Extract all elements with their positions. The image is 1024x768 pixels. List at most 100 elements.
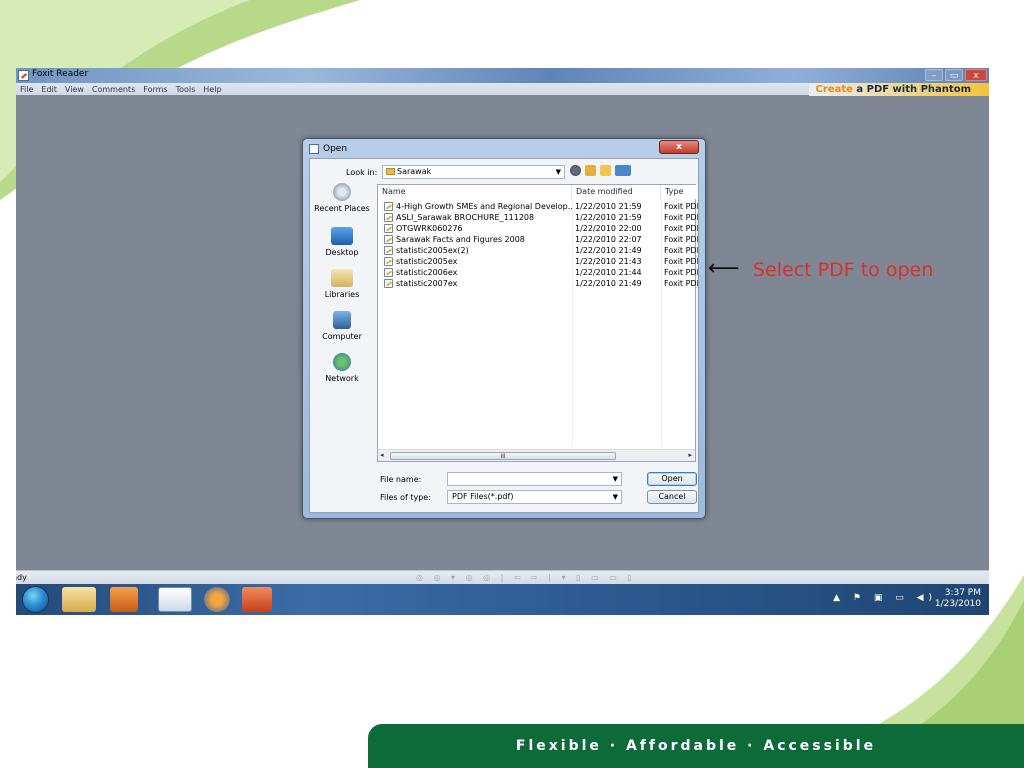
menu-help[interactable]: Help [203,85,221,94]
explorer-taskbar-icon[interactable] [62,587,96,612]
desktop-screenshot: Foxit Reader – ▭ x File Edit View Commen… [16,68,989,615]
system-tray-icons[interactable]: ▲ ⚑ ▣ ▭ ◀) [833,593,937,603]
file-row[interactable]: Sarawak Facts and Figures 2008 1/22/2010… [378,234,698,245]
menu-edit[interactable]: Edit [41,85,57,94]
menu-file[interactable]: File [20,85,33,94]
file-row[interactable]: statistic2006ex 1/22/2010 21:44 Foxit PD… [378,267,698,278]
clock-date: 1/23/2010 [934,599,981,609]
file-name: Sarawak Facts and Figures 2008 [396,235,525,244]
place-computer[interactable]: Computer [310,311,374,341]
menu-tools[interactable]: Tools [176,85,196,94]
file-type: Foxit PDF [664,279,698,288]
file-name: statistic2005ex(2) [396,246,469,255]
column-header-type[interactable]: Type [661,185,697,199]
minimize-button[interactable]: – [925,69,943,81]
file-date: 1/22/2010 21:49 [575,279,642,288]
pdf-file-icon [384,235,393,244]
chevron-down-icon: ▼ [555,168,561,176]
dialog-title: Open [323,144,348,154]
file-type: Foxit PDF [664,268,698,277]
look-in-dropdown[interactable]: Sarawak ▼ [382,165,565,179]
scroll-right-icon[interactable]: ▸ [688,451,692,459]
promo-text: a PDF with Phantom [852,84,971,95]
system-clock[interactable]: 3:37 PM 1/23/2010 [935,588,981,610]
file-row[interactable]: statistic2007ex 1/22/2010 21:49 Foxit PD… [378,278,698,289]
navigation-toolbar[interactable]: ◎ ◎ ▾ ◎ ◎ | ⇦ ⇨ | ▾ ▯ ▭ ▭ ▯ [416,573,636,582]
dialog-app-icon [309,144,319,154]
look-in-label: Look in: [346,168,378,177]
file-name-label: File name: [380,475,422,484]
file-row[interactable]: statistic2005ex 1/22/2010 21:43 Foxit PD… [378,256,698,267]
file-type: Foxit PDF [664,257,698,266]
file-row[interactable]: statistic2005ex(2) 1/22/2010 21:49 Foxit… [378,245,698,256]
column-header-name[interactable]: Name [378,185,572,199]
place-libraries[interactable]: Libraries [310,269,374,299]
powerpoint-taskbar-icon[interactable] [242,587,272,612]
callout-text: Select PDF to open [753,259,934,281]
pdf-file-icon [384,268,393,277]
maximize-button[interactable]: ▭ [945,69,963,81]
file-date: 1/22/2010 22:00 [575,224,642,233]
file-type: Foxit PDF [664,224,698,233]
file-date: 1/22/2010 21:59 [575,213,642,222]
cancel-button[interactable]: Cancel [647,490,697,504]
file-type: Foxit PDF [664,246,698,255]
place-network[interactable]: Network [310,353,374,383]
arrow-left-icon: ⟵ [708,256,740,281]
close-button[interactable]: x [965,69,987,81]
desktop-icon [331,227,353,245]
file-row[interactable]: 4-High Growth SMEs and Regional Develop.… [378,201,698,212]
file-row[interactable]: ASLI_Sarawak BROCHURE_111208 1/22/2010 2… [378,212,698,223]
pdf-file-icon [384,213,393,222]
start-button-icon[interactable] [22,586,49,613]
file-row[interactable]: OTGWRK060276 1/22/2010 22:00 Foxit PDF [378,223,698,234]
menu-comments[interactable]: Comments [92,85,135,94]
place-desktop[interactable]: Desktop [310,227,374,257]
file-type-dropdown[interactable]: PDF Files(*.pdf) ▼ [447,490,622,504]
status-bar: Ready ◎ ◎ ▾ ◎ ◎ | ⇦ ⇨ | ▾ ▯ ▭ ▭ ▯ [16,570,989,584]
up-folder-icon[interactable] [585,165,596,176]
new-folder-icon[interactable] [600,165,611,176]
file-date: 1/22/2010 21:44 [575,268,642,277]
promo-highlight: Create [815,84,853,95]
file-name: statistic2007ex [396,279,458,288]
file-name: statistic2005ex [396,257,458,266]
app-title: Foxit Reader [32,69,89,79]
foxit-taskbar-icon[interactable] [158,587,192,612]
file-date: 1/22/2010 22:07 [575,235,642,244]
dialog-close-button[interactable]: x [659,140,699,154]
place-label: Libraries [324,290,360,299]
file-type: Foxit PDF [664,202,698,211]
window-controls: – ▭ x [925,69,987,81]
file-type: Foxit PDF [664,213,698,222]
scroll-left-icon[interactable]: ◂ [380,451,384,459]
file-name-input[interactable]: ▼ [447,472,622,486]
footer-tagline: Flexible · Affordable · Accessible [515,738,877,754]
column-header-date[interactable]: Date modified [572,185,661,199]
recent-places-icon [333,183,351,201]
file-type: Foxit PDF [664,235,698,244]
app-titlebar: Foxit Reader – ▭ x [16,68,989,83]
presentation-slide: Flexible · Affordable · Accessible Foxit… [0,0,1024,768]
back-icon[interactable] [570,165,581,176]
file-date: 1/22/2010 21:43 [575,257,642,266]
chevron-down-icon: ▼ [612,493,618,501]
file-list: Name Date modified Type 4-High Growth SM… [377,184,698,462]
folder-icon [386,168,395,175]
scroll-thumb[interactable]: III [390,452,616,460]
open-button[interactable]: Open [647,472,697,486]
menu-view[interactable]: View [65,85,84,94]
phantom-promo-link[interactable]: Create a PDF with Phantom [809,83,989,96]
horizontal-scrollbar[interactable]: ◂ III ▸ [378,449,695,461]
place-recent-places[interactable]: Recent Places [310,183,374,213]
clock-time: 3:37 PM [944,588,981,598]
view-menu-icon[interactable] [615,165,631,176]
place-label: Desktop [325,248,359,257]
pdf-file-icon [384,202,393,211]
file-type-value: PDF Files(*.pdf) [452,492,514,501]
firefox-taskbar-icon[interactable] [204,587,230,612]
file-date: 1/22/2010 21:49 [575,246,642,255]
menu-forms[interactable]: Forms [143,85,167,94]
media-player-taskbar-icon[interactable] [110,587,138,612]
dialog-toolbar [570,165,631,176]
